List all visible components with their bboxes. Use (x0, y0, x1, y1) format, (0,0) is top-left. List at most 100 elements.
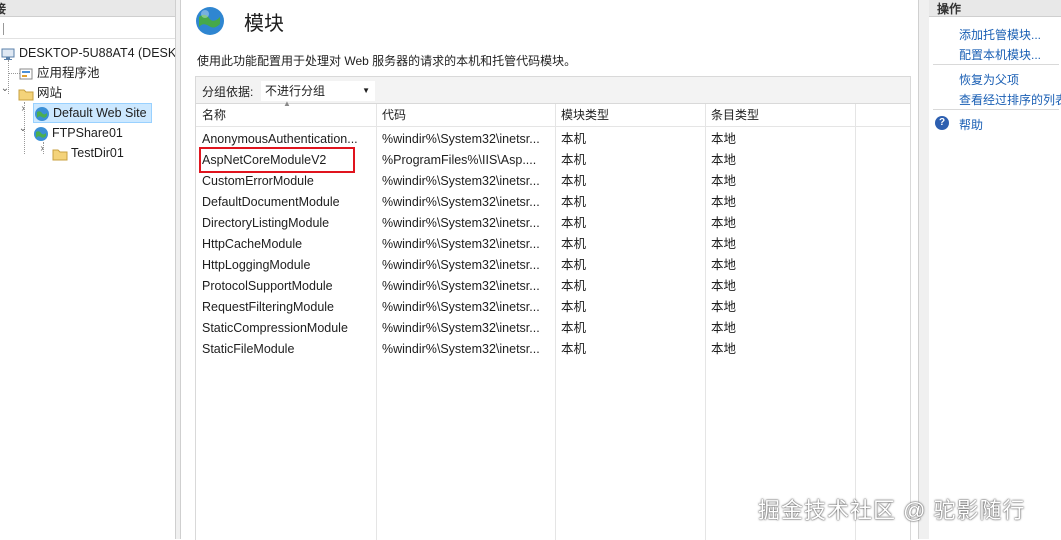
globe-icon (194, 5, 226, 37)
cell-module-type: 本机 (561, 300, 587, 314)
chevron-down-icon[interactable]: ⌄ (18, 123, 28, 143)
table-row[interactable]: StaticFileModule %windir%\System32\inetsr… (196, 339, 910, 360)
chevron-down-icon[interactable]: ⌄ (0, 83, 10, 103)
cell-module-type: 本机 (561, 321, 587, 335)
column-header-entry-type[interactable]: 条目类型 (705, 104, 855, 126)
group-by-bar: 分组依据: 不进行分组 ▼ (196, 77, 910, 104)
actions-divider (933, 109, 1059, 110)
cell-code: %windir%\System32\inetsr... (382, 279, 540, 293)
group-by-label: 分组依据: (202, 85, 254, 99)
column-header-code[interactable]: 代码 (376, 104, 555, 126)
cell-name: DefaultDocumentModule (202, 195, 340, 209)
cell-entry-type: 本地 (711, 342, 737, 356)
cell-name: DirectoryListingModule (202, 216, 330, 230)
actions-divider (933, 64, 1059, 65)
column-header-row: 名称 代码 模块类型 条目类型 (196, 104, 910, 127)
tree-item-label: Default Web Site (53, 106, 147, 120)
cell-entry-type: 本地 (711, 279, 737, 293)
cell-module-type: 本机 (561, 342, 587, 356)
cell-entry-type: 本地 (711, 174, 737, 188)
cell-name: StaticFileModule (202, 342, 295, 356)
actions-header: 操作 (929, 0, 1061, 17)
cell-name: HttpLoggingModule (202, 258, 311, 272)
action-revert-to-parent[interactable]: 恢复为父项 (959, 71, 1019, 88)
cell-name: CustomErrorModule (202, 174, 314, 188)
table-row[interactable]: HttpLoggingModule %windir%\System32\inets… (196, 255, 910, 276)
cell-code: %windir%\System32\inetsr... (382, 132, 540, 146)
annotation-highlight-box (199, 147, 355, 173)
sort-ascending-icon: ▲ (283, 99, 291, 108)
cell-name: ProtocolSupportModule (202, 279, 333, 293)
app-pool-icon (18, 66, 34, 82)
connections-header-label: 接 (0, 0, 6, 17)
action-help[interactable]: 帮助 (959, 116, 983, 133)
connections-header: 接 (0, 0, 175, 17)
actions-pane: 操作 添加托管模块... 配置本机模块... 恢复为父项 查看经过排序的列表..… (929, 0, 1061, 539)
cell-entry-type: 本地 (711, 258, 737, 272)
chevron-right-icon[interactable]: › (18, 103, 28, 123)
cell-entry-type: 本地 (711, 153, 737, 167)
cell-name: RequestFilteringModule (202, 300, 335, 314)
folder-icon (52, 146, 68, 162)
cell-module-type: 本机 (561, 195, 587, 209)
group-by-select[interactable]: 不进行分组 ▼ (261, 81, 375, 101)
modules-grid: 分组依据: 不进行分组 ▼ 名称 代码 模块类型 条目类型 ▲ Anonymou… (195, 76, 911, 540)
cell-code: %windir%\System32\inetsr... (382, 237, 540, 251)
tree-item-testdir01[interactable]: TestDir01 (52, 143, 124, 163)
cell-module-type: 本机 (561, 237, 587, 251)
cell-code: %windir%\System32\inetsr... (382, 195, 540, 209)
group-by-value: 不进行分组 (265, 84, 326, 98)
folder-icon (18, 86, 34, 102)
table-row[interactable]: StaticCompressionModule %windir%\System32… (196, 318, 910, 339)
table-row[interactable]: DirectoryListingModule %windir%\System32\… (196, 213, 910, 234)
cell-code: %windir%\System32\inetsr... (382, 216, 540, 230)
cell-module-type: 本机 (561, 279, 587, 293)
dropdown-arrow-icon: ▼ (362, 86, 370, 95)
action-configure-native-module[interactable]: 配置本机模块... (959, 46, 1041, 63)
cell-code: %windir%\System32\inetsr... (382, 300, 540, 314)
cell-module-type: 本机 (561, 132, 587, 146)
tree-item-app-pools[interactable]: 应用程序池 (18, 63, 100, 83)
cell-code: %windir%\System32\inetsr... (382, 342, 540, 356)
table-row[interactable]: HttpCacheModule %windir%\System32\inetsr.… (196, 234, 910, 255)
cell-module-type: 本机 (561, 153, 587, 167)
tree-item-label: FTPShare01 (52, 126, 123, 140)
tree-item-label: 网站 (37, 86, 63, 100)
cell-code: %ProgramFiles%\IIS\Asp.... (382, 153, 537, 167)
tree-item-server[interactable]: DESKTOP-5U88AT4 (DESKT (0, 43, 176, 63)
table-row[interactable]: DefaultDocumentModule %windir%\System32\i… (196, 192, 910, 213)
connections-pane: 接 DESKTOP-5U88AT4 (DESKT 应用程序池 ⌄ 网站 › De… (0, 0, 176, 539)
table-row[interactable]: RequestFilteringModule %windir%\System32\… (196, 297, 910, 318)
table-row[interactable]: ProtocolSupportModule %windir%\System32\i… (196, 276, 910, 297)
cell-entry-type: 本地 (711, 321, 737, 335)
cell-module-type: 本机 (561, 174, 587, 188)
cell-code: %windir%\System32\inetsr... (382, 258, 540, 272)
tree-item-label: DESKTOP-5U88AT4 (DESKT (19, 46, 176, 60)
cell-entry-type: 本地 (711, 300, 737, 314)
cell-entry-type: 本地 (711, 195, 737, 209)
tree-item-sites[interactable]: 网站 (18, 83, 62, 103)
column-header-module-type[interactable]: 模块类型 (555, 104, 705, 126)
action-add-managed-module[interactable]: 添加托管模块... (959, 26, 1041, 43)
page-description: 使用此功能配置用于处理对 Web 服务器的请求的本机和托管代码模块。 (197, 54, 577, 68)
toolbar-separator (3, 23, 4, 35)
modules-page: 模块 使用此功能配置用于处理对 Web 服务器的请求的本机和托管代码模块。 分组… (181, 0, 918, 540)
cell-code: %windir%\System32\inetsr... (382, 174, 540, 188)
actions-header-label: 操作 (937, 2, 962, 16)
connections-toolbar (0, 20, 175, 39)
action-view-ordered-list[interactable]: 查看经过排序的列表... (959, 91, 1061, 108)
chevron-right-icon[interactable]: › (37, 143, 47, 163)
tree-item-label: 应用程序池 (37, 66, 100, 80)
cell-name: StaticCompressionModule (202, 321, 348, 335)
cell-entry-type: 本地 (711, 216, 737, 230)
help-icon: ? (935, 116, 949, 130)
tree-item-default-web-site[interactable]: Default Web Site (33, 103, 152, 123)
tree-item-ftpshare01[interactable]: FTPShare01 (33, 123, 123, 143)
globe-icon (34, 106, 50, 122)
watermark-text: 掘金技术社区 @ 驼影随行 (758, 498, 1026, 523)
page-title: 模块 (244, 13, 284, 35)
server-icon (0, 46, 16, 62)
tree-item-label: TestDir01 (71, 146, 124, 160)
table-row[interactable]: CustomErrorModule %windir%\System32\inets… (196, 171, 910, 192)
cell-entry-type: 本地 (711, 237, 737, 251)
